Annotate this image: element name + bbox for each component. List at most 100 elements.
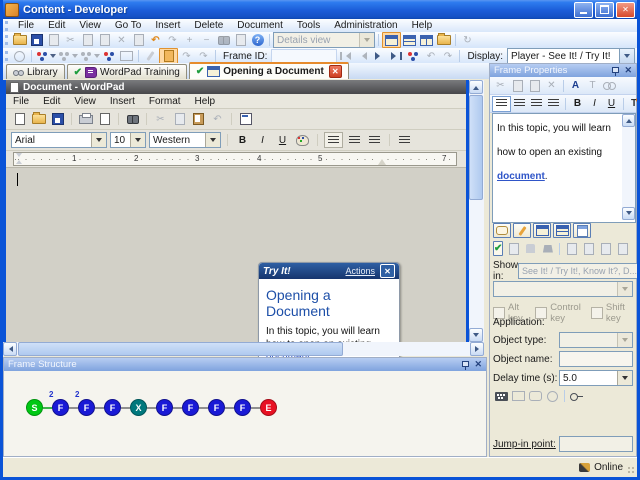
wordpad-menu-insert[interactable]: Insert [103,95,142,108]
bold-button[interactable]: B [234,133,251,147]
drag-button[interactable] [522,242,539,256]
underline-button[interactable]: U [274,133,291,147]
properties-button[interactable] [130,33,147,47]
frame-node-f-7[interactable]: F [208,399,225,416]
wordpad-print-button[interactable] [77,112,94,126]
scroll-up-button[interactable] [622,114,635,127]
document-link[interactable]: document [497,171,545,182]
delay-time-dropdown[interactable]: 5.0 [559,370,633,386]
tooltip-button[interactable] [527,389,544,403]
jump-in-field[interactable] [559,436,633,452]
expand-button[interactable]: + [181,33,198,47]
font-name-dropdown[interactable]: Arial [11,132,107,148]
wordpad-menu-view[interactable]: View [67,95,103,108]
tab-library[interactable]: Library [6,64,65,79]
find-button[interactable] [215,33,232,47]
bubble-style-button-4[interactable] [553,223,571,238]
panel-close-button[interactable]: ✕ [474,359,482,370]
wordpad-datetime-button[interactable] [237,112,254,126]
copy-button[interactable] [509,79,526,93]
menu-document[interactable]: Document [230,19,290,32]
fit-text-button[interactable]: T [584,79,601,93]
underline-button[interactable]: U [603,97,620,111]
text-effects-button[interactable]: T [627,97,640,111]
pin-icon[interactable] [611,66,619,76]
panel-close-button[interactable]: ✕ [624,65,632,76]
menu-delete[interactable]: Delete [187,19,230,32]
menu-goto[interactable]: Go To [108,19,149,32]
wordpad-menu-edit[interactable]: Edit [36,95,67,108]
region-button[interactable] [510,389,527,403]
frame-node-f-1[interactable]: F2 [52,399,69,416]
font-color-button[interactable] [294,133,311,147]
right-indent-marker[interactable] [378,155,386,165]
align-left-button[interactable] [492,96,511,112]
frame-node-s-0[interactable]: S [26,399,43,416]
print-button[interactable] [45,33,62,47]
bubble-style-button-2[interactable] [513,223,531,238]
menu-edit[interactable]: Edit [41,19,72,32]
timer-button[interactable] [544,389,561,403]
paste-button[interactable] [526,79,543,93]
frame-id-field[interactable] [271,49,337,63]
ungroup-frames-button[interactable] [118,49,135,63]
left-indent-marker[interactable] [16,153,23,164]
wordpad-new-button[interactable] [11,112,28,126]
scroll-up-button[interactable] [469,80,483,94]
spellcheck-button[interactable] [232,33,249,47]
editor-scrollbar[interactable] [622,114,635,220]
layout-vertical-button[interactable] [418,33,435,47]
bold-button[interactable]: B [569,97,586,111]
first-frame-button[interactable] [337,49,354,63]
screenshot-button[interactable] [159,48,178,64]
resize-grip[interactable] [627,466,636,475]
display-dropdown[interactable]: Player - See It! / Try It! [507,48,635,64]
key-action-button[interactable] [568,389,585,403]
doc-button[interactable] [597,242,614,256]
try-it-close-button[interactable]: ✕ [380,264,395,278]
insert-branch-button[interactable] [57,49,79,63]
recapture-button[interactable]: ↷ [178,49,195,63]
minimize-button[interactable] [574,2,593,18]
align-left-button[interactable] [324,132,343,148]
hyperlink-button[interactable] [601,79,618,93]
delete-button[interactable]: ✕ [113,33,130,47]
wordpad-menu-format[interactable]: Format [142,95,188,108]
undo-button[interactable]: ↶ [147,33,164,47]
wordpad-find-button[interactable] [124,112,141,126]
ruler-bar[interactable]: 1 2 3 4 5 6 7 [13,152,457,166]
auto-text-button[interactable]: A [631,242,640,256]
scroll-right-button[interactable] [470,342,484,356]
wordpad-preview-button[interactable] [96,112,113,126]
align-right-button[interactable] [366,133,383,147]
font-button[interactable]: A [567,79,584,93]
menu-file[interactable]: File [11,19,41,32]
italic-button[interactable]: I [586,97,603,111]
scroll-down-button[interactable] [469,328,483,342]
wordpad-paste-button[interactable] [190,112,207,126]
details-view-dropdown[interactable]: Details view [273,32,375,48]
bullets-button[interactable] [396,133,413,147]
italic-button[interactable]: I [254,133,271,147]
collapse-button[interactable]: − [198,33,215,47]
wordpad-open-button[interactable] [30,112,47,126]
horizontal-scrollbar[interactable] [3,342,484,356]
recapture-all-button[interactable]: ↷ [195,49,212,63]
menu-administration[interactable]: Administration [327,19,404,32]
show-in-dropdown[interactable]: See It! / Try It!, Know It?, D... [518,263,640,279]
edit-frame-button[interactable] [142,49,159,63]
wordpad-menu-file[interactable]: File [6,95,36,108]
wordpad-undo-button[interactable]: ↶ [209,112,226,126]
frame-node-f-3[interactable]: F [104,399,121,416]
insert-frame-button[interactable] [35,49,57,63]
save-button[interactable] [28,33,45,47]
redo-button[interactable]: ↷ [164,33,181,47]
scroll-down-button[interactable] [622,207,635,220]
back-button[interactable]: ↶ [422,49,439,63]
object-name-field[interactable] [559,351,633,367]
cut-button[interactable]: ✂ [62,33,79,47]
object-type-dropdown[interactable] [559,332,633,348]
copy-button[interactable] [79,33,96,47]
doc-up-button[interactable] [614,242,631,256]
refresh-button[interactable]: ↻ [459,33,476,47]
